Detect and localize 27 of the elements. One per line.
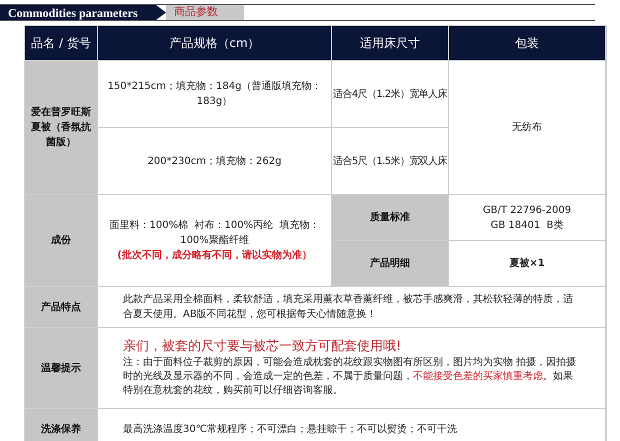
care-text: 最高洗涤温度30℃常规程序；不可漂白；悬挂晾干；不可以熨烫；不可干洗 (123, 422, 457, 436)
table-cell-text: GB 18401 B类 (490, 218, 564, 232)
column-header: 适用床尺寸 (332, 26, 448, 60)
composition-note: (批次不同，成分略有不同，请以实物为准） (117, 248, 312, 263)
row-label: 温馨提示 (25, 328, 97, 408)
section-title-banner: Commodities parameters (0, 5, 166, 20)
table-cell: 适合4尺（1.2米）宽单人床 (332, 61, 448, 127)
row-label: 爱在普罗旺斯夏被（香氛抗菌版） (25, 61, 97, 194)
row-label: 成份 (25, 195, 97, 286)
section-subtitle: 商品参数 (166, 5, 244, 20)
composition-text: 面里料：100%棉 衬布：100%丙纶 填充物：100%聚酯纤维 (108, 218, 320, 248)
features-text: 此款产品采用全棉面料，柔软舒适，填充采用薰衣草香薰纤维，被芯手感爽滑，其松软轻薄的特质，适合夏天使用。AB版不同花型，您可根据每天心情随意换！ (123, 292, 574, 322)
column-header: 包装 (449, 26, 605, 60)
row-label: 质量标准 (332, 195, 448, 240)
tips-headline: 亲们，被套的尺寸要与被芯一致方可配套使用哦! (123, 338, 402, 356)
tips-note: 注：由于面料位子裁剪的原因，可能会造成枕套的花纹跟实物图有所区别，图片均为实物 拍摄，因拍摄时的光线及显示器的不同，会造成一定的色差，不属于质量问题，不能接受色差的买家慎重考虑。如果特别在意枕套的花纹，购买前可以仔细咨询客服。 (123, 356, 578, 398)
table-cell: 150*215cm；填充物：184g（普通版填充物：183g） (98, 61, 331, 127)
table-cell: 200*230cm；填充物：262g (98, 128, 331, 194)
row-label: 产品明细 (332, 241, 448, 286)
table-cell: 适合5尺（1.5米）宽双人床 (332, 128, 448, 194)
row-label: 洗涤保养 (25, 409, 97, 441)
row-label: 产品特点 (25, 287, 97, 327)
table-cell-text: 夏被×1 (509, 256, 545, 271)
table-cell-text: GB/T 22796-2009 (482, 204, 572, 218)
table-cell: 无纺布 (449, 61, 605, 194)
column-header: 品名 / 货号 (25, 26, 97, 60)
column-header: 产品规格（cm） (98, 26, 331, 60)
